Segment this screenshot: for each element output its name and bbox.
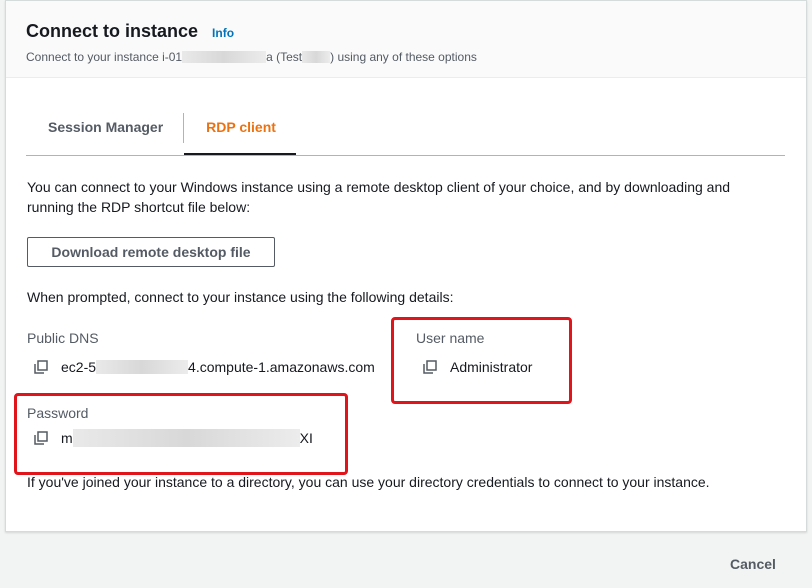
connect-modal: Connect to instance Info Connect to your…: [5, 0, 807, 532]
public-dns-value: ec2-5 4.compute-1.amazonaws.com: [34, 359, 375, 375]
info-link[interactable]: Info: [212, 26, 234, 40]
connection-tabs: Session Manager RDP client: [26, 113, 785, 156]
connection-details-prompt: When prompted, connect to your instance …: [27, 289, 454, 305]
copy-icon[interactable]: [34, 360, 48, 374]
password-highlight-box: [14, 393, 348, 475]
cancel-button[interactable]: Cancel: [730, 556, 776, 572]
public-dns-end: 4.compute-1.amazonaws.com: [188, 359, 375, 375]
redacted-dns: [96, 360, 189, 374]
subtitle-suffix: ) using any of these options: [330, 50, 477, 64]
user-name-highlight-box: [391, 317, 572, 404]
public-dns-label: Public DNS: [27, 330, 99, 346]
tab-rdp-client[interactable]: RDP client: [184, 113, 296, 155]
subtitle-prefix: Connect to your instance i-01: [26, 50, 183, 64]
public-dns-start: ec2-5: [61, 359, 97, 375]
download-rdp-file-button[interactable]: Download remote desktop file: [27, 237, 275, 267]
modal-header: Connect to instance Info Connect to your…: [6, 1, 806, 78]
redacted-instance-id: [182, 51, 267, 63]
page-title: Connect to instance: [26, 21, 199, 41]
rdp-intro-text: You can connect to your Windows instance…: [27, 179, 731, 215]
modal-subtitle: Connect to your instance i-01 a (Test ) …: [26, 50, 806, 64]
directory-credentials-note: If you've joined your instance to a dire…: [27, 474, 710, 490]
subtitle-mid: a (Test: [266, 50, 303, 64]
redacted-instance-name: [302, 51, 331, 63]
tab-session-manager[interactable]: Session Manager: [26, 113, 185, 143]
